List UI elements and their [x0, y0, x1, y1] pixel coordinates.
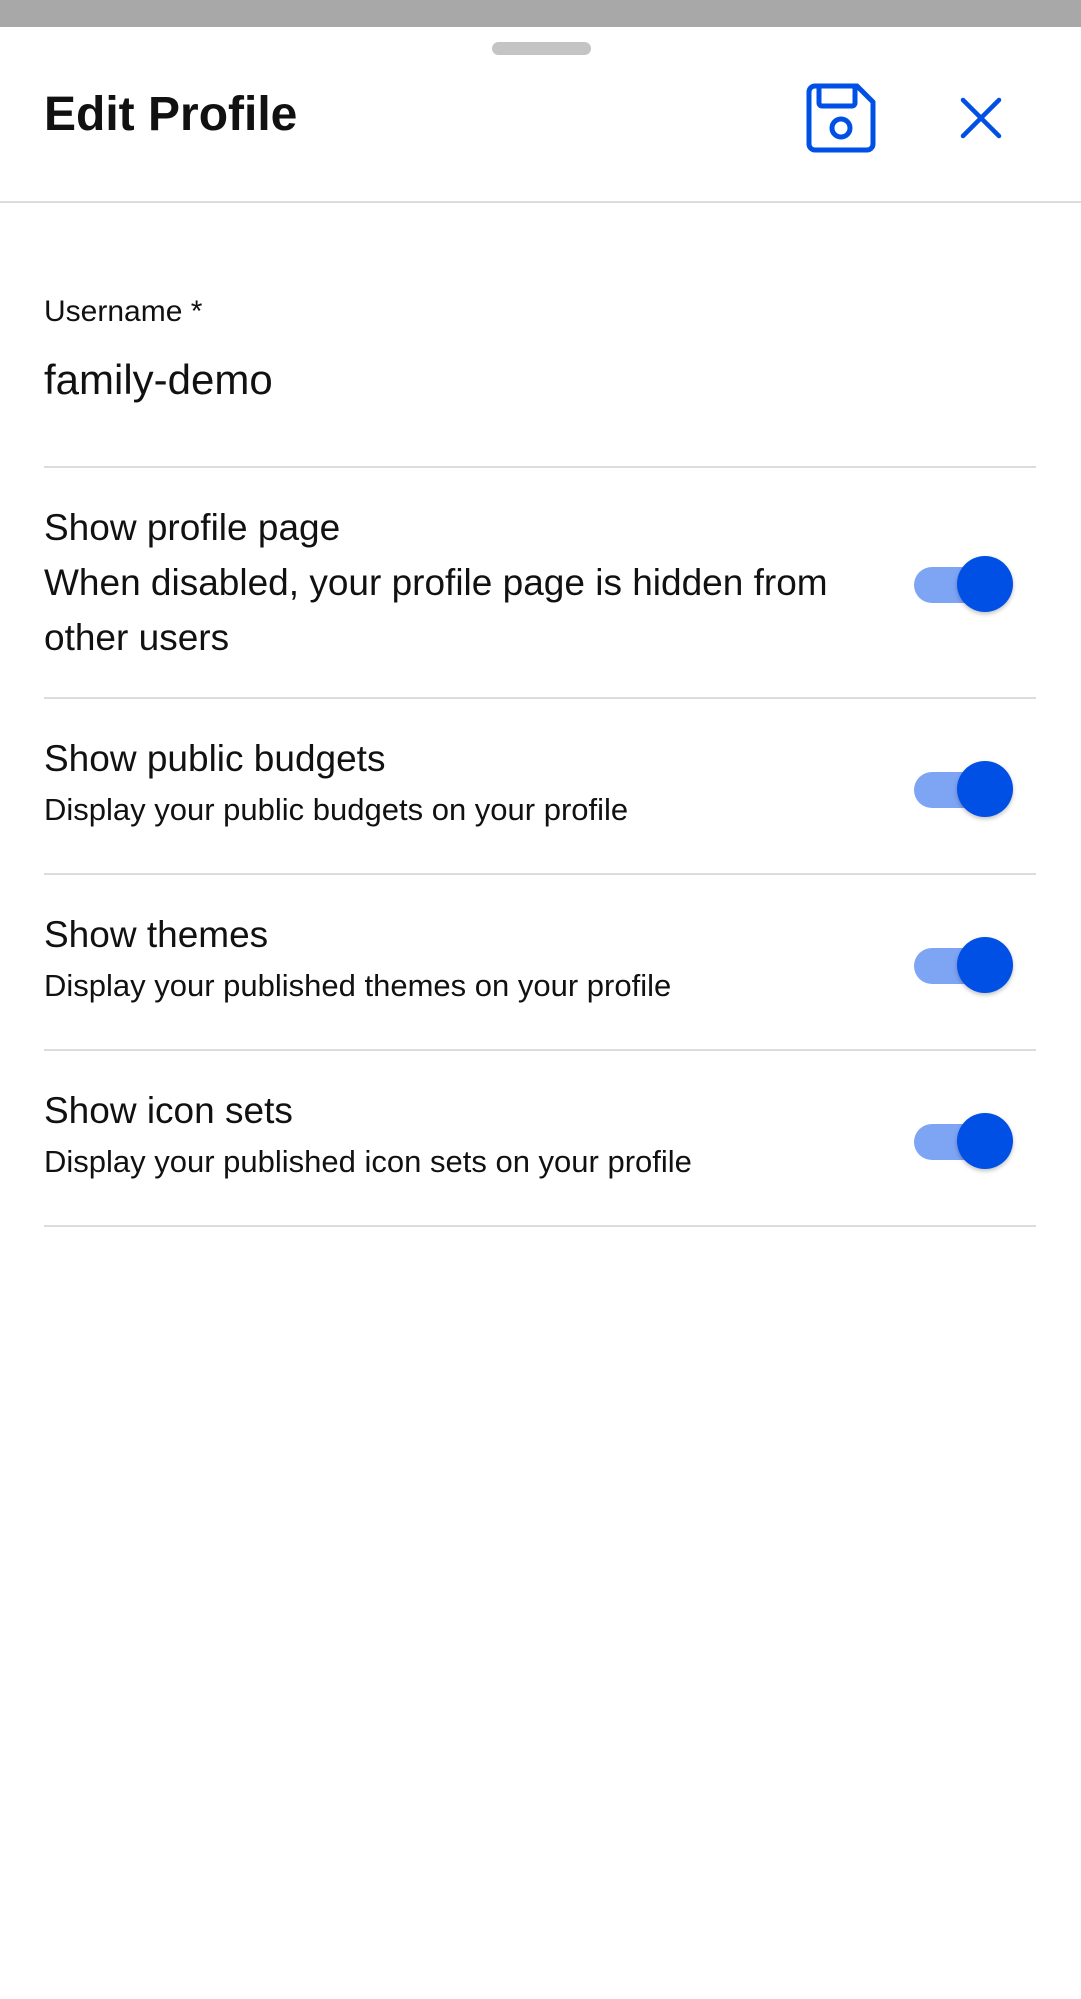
show-icon-sets-switch[interactable] — [914, 1110, 1014, 1169]
toggle-row-show-themes: Show themes Display your published theme… — [44, 875, 1036, 1051]
toggle-row-show-icon-sets: Show icon sets Display your published ic… — [44, 1051, 1036, 1227]
toggle-row-show-public-budgets: Show public budgets Display your public … — [44, 699, 1036, 875]
switch-thumb — [957, 1113, 1013, 1169]
switch-thumb — [957, 556, 1013, 612]
switch-thumb — [957, 937, 1013, 993]
toggle-title: Show icon sets — [44, 1090, 293, 1131]
status-bar — [0, 0, 1081, 27]
username-input[interactable]: family-demo — [44, 356, 273, 404]
sheet-header: Edit Profile — [0, 27, 1081, 203]
page-title: Edit Profile — [44, 88, 298, 141]
save-button[interactable] — [800, 77, 882, 159]
edit-profile-sheet: Edit Profile Username * family-demo Show… — [0, 27, 1081, 1999]
show-themes-switch[interactable] — [914, 934, 1014, 993]
switch-thumb — [957, 761, 1013, 817]
close-icon — [960, 97, 1002, 139]
save-icon — [806, 83, 876, 153]
toggle-title: Show themes — [44, 914, 269, 955]
toggle-description: Display your published themes on your pr… — [44, 968, 672, 1003]
toggle-description: Display your public budgets on your prof… — [44, 792, 629, 827]
toggle-description: When disabled, your profile page is hidd… — [44, 562, 828, 658]
toggle-title: Show profile page — [44, 507, 341, 548]
profile-form: Username * family-demo Show profile page… — [44, 203, 1036, 1227]
toggle-description: Display your published icon sets on your… — [44, 1144, 692, 1179]
show-profile-page-switch[interactable] — [914, 553, 1014, 612]
show-public-budgets-switch[interactable] — [914, 758, 1014, 817]
username-field[interactable]: Username * family-demo — [44, 203, 1036, 468]
toggle-row-show-profile-page: Show profile page When disabled, your pr… — [44, 468, 1036, 699]
username-label: Username * — [44, 295, 203, 328]
close-button[interactable] — [950, 87, 1012, 149]
toggle-title: Show public budgets — [44, 738, 386, 779]
